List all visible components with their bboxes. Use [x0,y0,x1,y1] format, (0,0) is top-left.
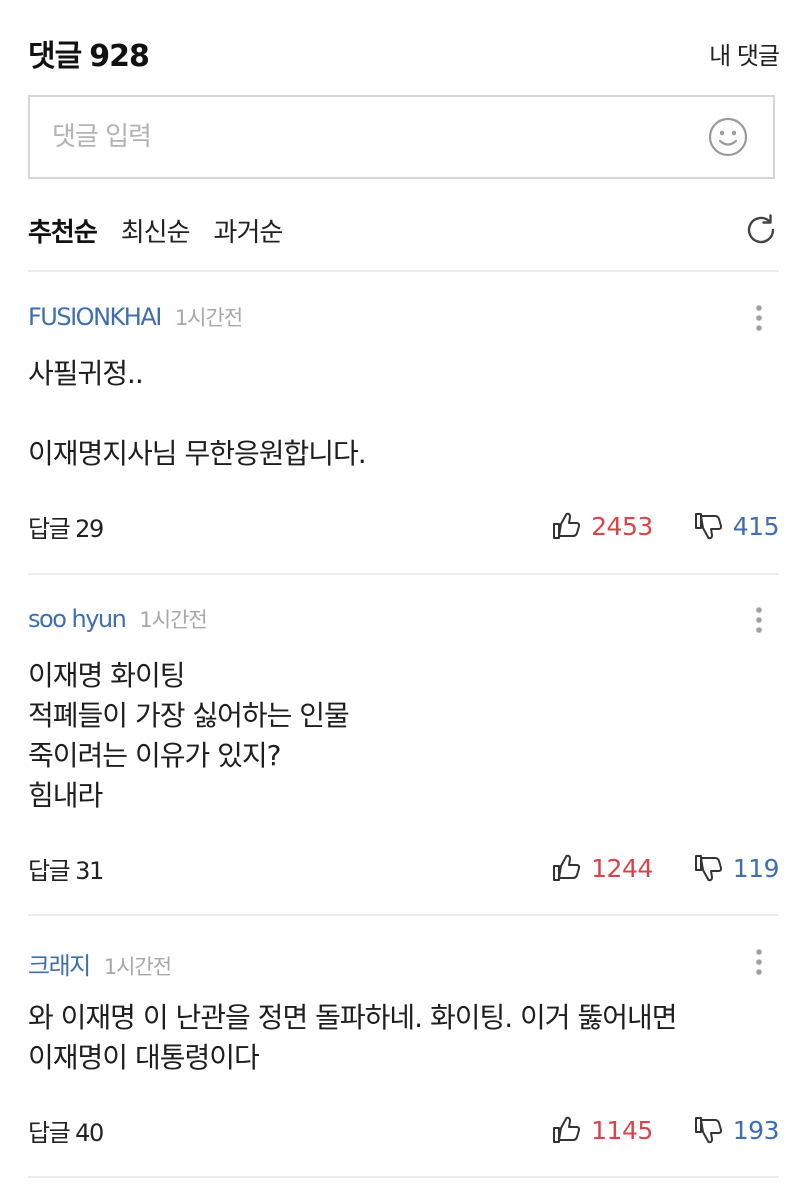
vote-group: 1145 193 [551,1114,780,1146]
reply-count: 40 [75,1118,104,1147]
like-count: 1244 [591,853,653,883]
comments-count: 928 [89,39,150,74]
reply-count: 29 [75,514,104,543]
divider [28,914,779,916]
like-count: 1145 [591,1115,653,1145]
comment-actions: 답글 40 1145 193 [28,1110,780,1150]
comment-text: 와 이재명 이 난관을 정면 돌파하네. 화이팅. 이거 뚫어내면 이재명이 대… [28,1001,678,1074]
like-button[interactable]: 2453 [551,510,653,542]
thumbs-down-icon [694,513,722,540]
comment-item: soo hyun 1시간전 이재명 화이팅 적폐들이 가장 싫어하는 인물 죽이… [28,604,780,894]
sort-bar: 추천순 최신순 과거순 [28,205,779,255]
dislike-button[interactable]: 193 [693,1114,780,1146]
comment-input-box[interactable] [28,95,775,179]
reply-label: 답글 [28,1118,71,1147]
comment-text: 사필귀정.. 이재명지사님 무한응원합니다. [28,357,367,470]
comments-header: 댓글 928 내 댓글 [28,28,780,78]
thumbs-up-icon [553,512,581,539]
refresh-icon[interactable] [743,212,779,248]
vote-group: 2453 415 [551,510,780,542]
reply-label: 답글 [28,514,71,543]
divider [28,1176,779,1178]
divider [28,270,779,272]
comment-meta: soo hyun 1시간전 [28,604,779,644]
like-count: 2453 [591,511,653,541]
reply-button[interactable]: 답글 29 [28,509,104,544]
dislike-count: 193 [732,1115,780,1145]
reply-label: 답글 [28,856,71,885]
dislike-count: 415 [732,511,780,541]
dislike-button[interactable]: 415 [693,510,780,542]
comment-time: 1시간전 [174,306,243,330]
tab-latest[interactable]: 최신순 [121,212,191,249]
more-options-icon[interactable] [747,302,771,338]
thumbs-up-icon [553,854,581,881]
reply-button[interactable]: 답글 31 [28,851,104,886]
comment-author[interactable]: FUSIONKHAI [28,303,162,331]
tab-recommended[interactable]: 추천순 [28,212,98,249]
tab-oldest[interactable]: 과거순 [214,212,284,249]
comment-time: 1시간전 [139,608,207,632]
comments-title-label: 댓글 [28,39,82,74]
divider [28,573,779,575]
vote-group: 1244 119 [551,852,780,884]
comment-meta: FUSIONKHAI 1시간전 [28,302,779,342]
comment-input[interactable] [50,121,654,153]
thumbs-down-icon [694,1117,722,1144]
comment-author[interactable]: 크래지 [28,946,91,981]
comment-meta: 크래지 1시간전 [28,946,779,986]
reply-count: 31 [75,856,104,885]
like-button[interactable]: 1244 [551,852,653,884]
more-options-icon[interactable] [747,604,771,640]
comment-author[interactable]: soo hyun [28,605,127,633]
dislike-count: 119 [732,853,780,883]
smile-icon[interactable] [707,116,749,158]
comments-title: 댓글 928 [28,31,150,75]
my-comments-link[interactable]: 내 댓글 [709,36,780,71]
comment-item: FUSIONKHAI 1시간전 사필귀정.. 이재명지사님 무한응원합니다. 답… [28,302,780,552]
comment-item: 크래지 1시간전 와 이재명 이 난관을 정면 돌파하네. 화이팅. 이거 뚫어… [28,946,780,1156]
like-button[interactable]: 1145 [551,1114,653,1146]
reply-button[interactable]: 답글 40 [28,1113,104,1148]
more-options-icon[interactable] [747,946,771,982]
dislike-button[interactable]: 119 [693,852,780,884]
sort-tabs: 추천순 최신순 과거순 [28,212,306,249]
comment-text: 이재명 화이팅 적폐들이 가장 싫어하는 인물 죽이려는 이유가 있지? 힘내라 [28,659,350,812]
comment-time: 1시간전 [103,955,172,979]
comment-actions: 답글 29 2453 415 [28,506,780,546]
thumbs-down-icon [694,855,722,882]
thumbs-up-icon [553,1116,581,1143]
comment-actions: 답글 31 1244 119 [28,848,780,888]
